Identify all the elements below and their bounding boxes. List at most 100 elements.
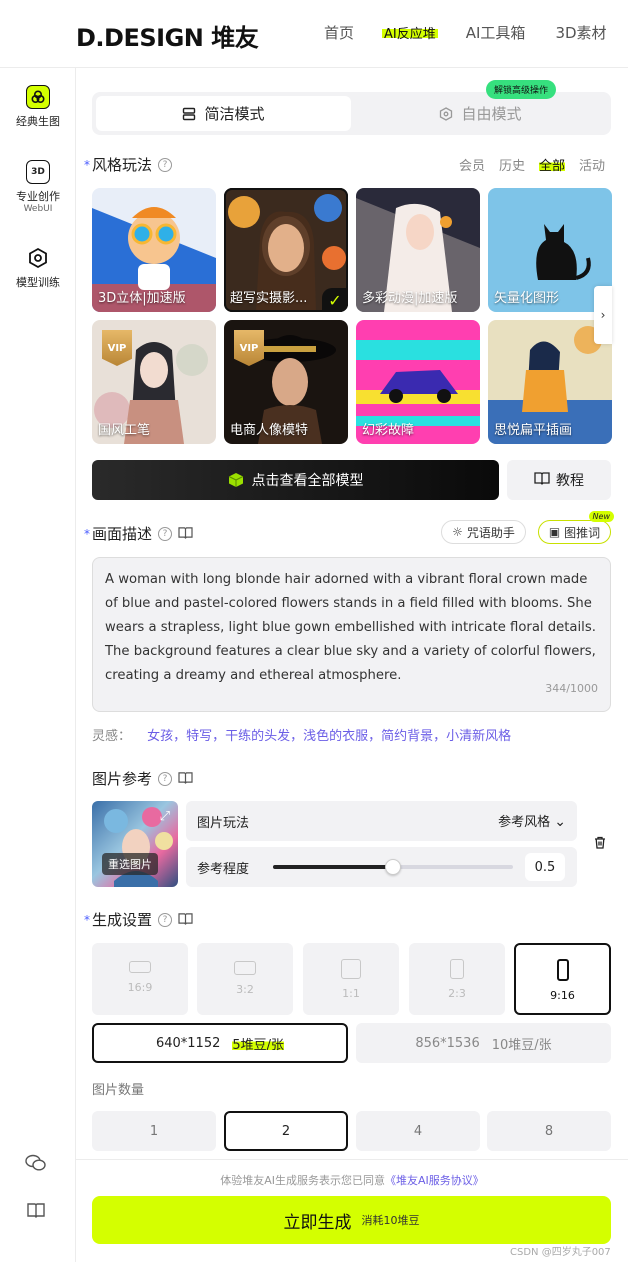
- style-card-3d[interactable]: 3D立体|加速版: [92, 188, 216, 312]
- ratio-shape-icon: [450, 959, 464, 979]
- generate-cost: 消耗10堆豆: [361, 1214, 420, 1227]
- ratio-shape-icon: [341, 959, 361, 979]
- nav-ai-toolbox[interactable]: AI工具箱: [466, 22, 526, 43]
- style-card-label: 3D立体|加速版: [98, 291, 186, 306]
- book-icon[interactable]: [178, 770, 193, 788]
- sidebar-item-classic[interactable]: 经典生图: [0, 85, 76, 129]
- aspect-ratio-options: 16:9 3:2 1:1 2:3 9:16: [92, 943, 611, 1015]
- service-agreement-link[interactable]: 《堆友AI服务协议》: [385, 1174, 484, 1187]
- resolution-option-856[interactable]: 856*1536 10堆豆/张: [356, 1023, 611, 1063]
- ratio-label: 3:2: [236, 983, 254, 996]
- help-icon[interactable]: ?: [158, 526, 173, 541]
- style-card-label: 国风工笔: [98, 423, 151, 438]
- style-card-anime[interactable]: 多彩动漫|加速版: [356, 188, 480, 312]
- reference-play-select[interactable]: 图片玩法 参考风格 ⌄: [186, 801, 577, 841]
- view-all-label: 点击查看全部模型: [251, 473, 364, 489]
- chat-icon[interactable]: [25, 1153, 47, 1177]
- tutorial-button[interactable]: 教程: [507, 460, 611, 500]
- chevron-right-icon[interactable]: ›: [594, 286, 612, 344]
- ratio-16-9[interactable]: 16:9: [92, 943, 188, 1015]
- sidebar-item-training[interactable]: 模型训练: [0, 246, 76, 290]
- prompt-section-title: * 画面描述 ?: [84, 523, 193, 544]
- filter-history[interactable]: 历史: [499, 155, 525, 174]
- help-icon[interactable]: ?: [158, 157, 173, 172]
- prompt-textarea[interactable]: A woman with long blonde hair adorned wi…: [92, 557, 611, 712]
- bulb-icon: ☼: [452, 525, 463, 539]
- ratio-label: 2:3: [448, 987, 466, 1000]
- image-prompt-label: 图推词: [564, 525, 601, 540]
- reference-degree-slider[interactable]: [273, 859, 513, 875]
- logo[interactable]: D.DESIGN 堆友: [76, 18, 259, 53]
- reference-title: 图片参考: [92, 770, 153, 788]
- free-mode-tab[interactable]: 自由模式: [354, 96, 607, 131]
- help-icon[interactable]: ?: [158, 771, 173, 786]
- left-sidebar: 经典生图 3D 专业创作 WebUI 模型训练: [0, 68, 76, 1262]
- image-prompt-button[interactable]: ▣ 图推词 New: [538, 511, 614, 544]
- new-badge: New: [588, 511, 614, 522]
- sidebar-item-pro[interactable]: 3D 专业创作 WebUI: [0, 160, 76, 214]
- required-mark: *: [84, 912, 90, 927]
- ratio-label: 9:16: [550, 989, 575, 1002]
- count-option-1[interactable]: 1: [92, 1111, 216, 1151]
- count-option-2[interactable]: 2: [224, 1111, 348, 1151]
- view-all-models-button[interactable]: 点击查看全部模型: [92, 460, 499, 500]
- nav-3d-assets[interactable]: 3D素材: [555, 22, 606, 43]
- style-card-label: 矢量化图形: [494, 291, 560, 306]
- spell-helper-label: 咒语助手: [466, 525, 515, 540]
- nav-ai-reactor[interactable]: AI反应堆: [382, 23, 438, 44]
- style-card-ecommerce[interactable]: VIP 电商人像模特: [224, 320, 348, 444]
- ratio-3-2[interactable]: 3:2: [197, 943, 293, 1015]
- reference-degree-label: 参考程度: [197, 862, 250, 877]
- filter-all[interactable]: 全部: [539, 155, 566, 174]
- model-training-icon: [26, 246, 50, 270]
- filter-vip[interactable]: 会员: [459, 155, 485, 174]
- style-card-glitch[interactable]: 幻彩故障: [356, 320, 480, 444]
- reselect-image-button[interactable]: 重选图片: [102, 853, 158, 875]
- reference-degree-input[interactable]: 0.5: [525, 853, 565, 881]
- simple-mode-label: 简洁模式: [204, 105, 265, 123]
- reference-play-value: 参考风格 ⌄: [498, 814, 566, 830]
- main-panel: 简洁模式 自由模式 解锁高级操作 * 风格玩法 ? 会员 历史 全部 活动 3D…: [76, 68, 628, 1262]
- spell-helper-button[interactable]: ☼ 咒语助手: [441, 520, 526, 544]
- reference-section-title: 图片参考 ?: [92, 768, 193, 789]
- inspiration-tags[interactable]: 女孩，特写，干练的头发，浅色的衣服，简约背景，小清新风格: [147, 729, 511, 744]
- filter-activity[interactable]: 活动: [579, 155, 605, 174]
- required-mark: *: [84, 157, 90, 172]
- count-option-4[interactable]: 4: [356, 1111, 480, 1151]
- book-icon[interactable]: [178, 911, 193, 929]
- generate-button[interactable]: 立即生成 消耗10堆豆: [92, 1196, 611, 1244]
- settings-title: 生成设置: [92, 911, 153, 929]
- free-mode-label: 自由模式: [461, 105, 522, 123]
- slider-handle[interactable]: [385, 859, 401, 875]
- resolution-cost: 10堆豆/张: [491, 1037, 552, 1053]
- style-card-photoreal[interactable]: 超写实摄影... ✓: [224, 188, 348, 312]
- help-icon[interactable]: ?: [158, 912, 173, 927]
- resolution-cost: 5堆豆/张: [232, 1033, 285, 1053]
- guide-book-icon[interactable]: [26, 1201, 46, 1223]
- simple-mode-tab[interactable]: 简洁模式: [96, 96, 351, 131]
- expand-icon[interactable]: ⤢: [160, 809, 170, 824]
- resolution-option-640[interactable]: 640*1152 5堆豆/张: [92, 1023, 348, 1063]
- free-mode-icon: [440, 106, 453, 121]
- tutorial-label: 教程: [556, 473, 584, 489]
- style-card-label: 超写实摄影...: [230, 291, 308, 306]
- slider-fill: [273, 865, 393, 869]
- book-icon[interactable]: [178, 525, 193, 543]
- ratio-9-16[interactable]: 9:16: [514, 943, 611, 1015]
- reference-degree-row: 参考程度 0.5: [186, 847, 577, 887]
- trash-icon[interactable]: [594, 836, 606, 853]
- agreement-prefix: 体验堆友AI生成服务表示您已同意: [220, 1174, 385, 1187]
- image-count-label: 图片数量: [92, 1083, 145, 1098]
- image-gen-icon: [26, 85, 50, 109]
- reference-image[interactable]: ⤢ 重选图片: [92, 801, 178, 887]
- style-card-gongbi[interactable]: VIP 国风工笔: [92, 320, 216, 444]
- nav-home[interactable]: 首页: [324, 22, 354, 43]
- image-icon: ▣: [548, 525, 561, 539]
- style-section-title: * 风格玩法 ?: [84, 154, 173, 175]
- ratio-1-1[interactable]: 1:1: [303, 943, 399, 1015]
- top-header: D.DESIGN 堆友 首页 AI反应堆 AI工具箱 3D素材: [0, 0, 628, 68]
- sidebar-label-pro: 专业创作: [16, 190, 60, 203]
- prompt-title: 画面描述: [92, 525, 153, 543]
- ratio-2-3[interactable]: 2:3: [409, 943, 505, 1015]
- count-option-8[interactable]: 8: [487, 1111, 611, 1151]
